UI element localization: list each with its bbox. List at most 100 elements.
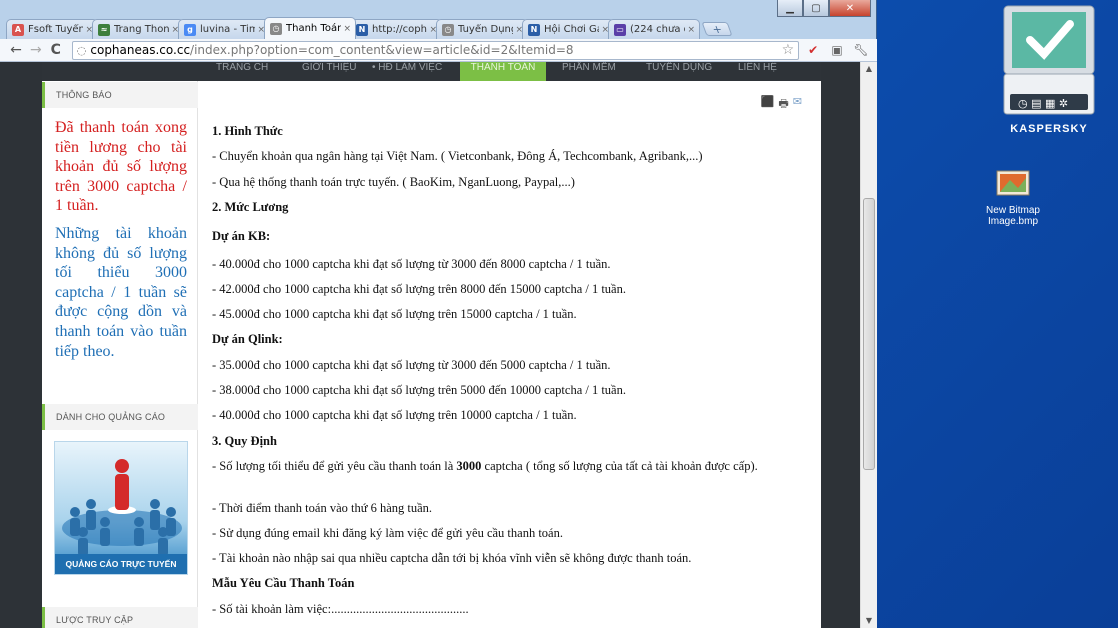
- access-heading: LƯỢC TRUY CẬP: [42, 607, 198, 628]
- nav-payment[interactable]: THANH TOÁN: [460, 62, 546, 81]
- rule-line: - Tài khoản nào nhập sai qua nhiều captc…: [212, 551, 692, 565]
- tab-title: Thanh Toán: [286, 23, 342, 34]
- kaspersky-monitor-icon: ◷ ▤ ▦ ✲: [1003, 5, 1095, 115]
- tab-title: luvina - Tim: [200, 24, 256, 35]
- site-navigation: TRANG CHỦ GIỚI THIỆU • HĐ LÀM VIỆC THANH…: [42, 62, 821, 81]
- method-line: - Chuyển khoản qua ngân hàng tại Việt Na…: [212, 149, 703, 163]
- nav-about[interactable]: GIỚI THIỆU: [298, 62, 358, 81]
- kaspersky-desktop-icon[interactable]: ◷ ▤ ▦ ✲ KASPERSKY: [1000, 4, 1098, 135]
- tab-favicon-icon: N: [356, 23, 368, 36]
- notice-paid: Đã thanh toán xong tiền lương cho tài kh…: [55, 119, 187, 215]
- tab-favicon-icon: g: [184, 23, 196, 36]
- payment-form-line: - Số tài khoản làm việc:................…: [212, 602, 469, 616]
- tab-favicon-icon: ◷: [442, 23, 454, 36]
- tab-title: (224 chưa đ: [630, 24, 686, 35]
- minimize-button[interactable]: ▁: [777, 0, 803, 17]
- tab-favicon-icon: N: [528, 23, 540, 36]
- section-method-heading: 1. Hình Thức: [212, 124, 283, 138]
- tab-title: Hội Chơi Ga: [544, 24, 600, 35]
- page-viewport: TRANG CHỦ GIỚI THIỆU • HĐ LÀM VIỆC THANH…: [0, 62, 877, 628]
- tab-favicon-icon: ◷: [270, 22, 282, 35]
- kb-rate-line: - 40.000đ cho 1000 captcha khi đạt số lư…: [212, 257, 611, 271]
- wrench-menu-icon[interactable]: 🔧︎: [851, 40, 871, 60]
- browser-tab[interactable]: A Fsoft Tuyển ×: [6, 19, 98, 39]
- address-bar[interactable]: ◌ cophaneas.co.cc /index.php?option=com_…: [71, 40, 800, 60]
- web-page: TRANG CHỦ GIỚI THIỆU • HĐ LÀM VIỆC THANH…: [42, 62, 821, 628]
- project-kb-heading: Dự án KB:: [212, 229, 271, 243]
- method-line: - Qua hệ thống thanh toán trực tuyến. ( …: [212, 175, 575, 189]
- rule-minimum-count: 3000: [456, 459, 482, 473]
- tab-title: Fsoft Tuyển: [28, 24, 84, 35]
- tab-favicon-icon: ≈: [98, 23, 110, 36]
- print-icon[interactable]: 🖶︎: [778, 95, 788, 114]
- article-actions: ⬛ 🖶︎ ✉: [761, 95, 802, 114]
- url-host: cophaneas.co.cc: [90, 43, 191, 57]
- window-controls: ▁ ▢ ✕: [777, 0, 871, 17]
- qlink-rate-line: - 38.000đ cho 1000 captcha khi đạt số lư…: [212, 383, 626, 397]
- nav-software[interactable]: PHẦN MỀM: [558, 62, 620, 81]
- section-salary-heading: 2. Mức Lương: [212, 200, 289, 214]
- rule-minimum-text: - Số lượng tối thiểu để gửi yêu cầu than…: [212, 459, 457, 473]
- browser-tab[interactable]: N Hội Chơi Ga ×: [522, 19, 614, 39]
- tab-favicon-icon: A: [12, 23, 24, 36]
- notice-carryover: Những tài khoản không đủ số lượng tối th…: [55, 225, 187, 360]
- new-tab-button[interactable]: +: [701, 22, 733, 36]
- nav-contact[interactable]: LIÊN HỆ: [734, 62, 784, 81]
- browser-tab[interactable]: ◷ Tuyển Dụng ×: [436, 19, 528, 39]
- tab-close-icon[interactable]: ×: [687, 25, 695, 35]
- notice-heading: THÔNG BÁO: [42, 82, 198, 108]
- page-icon: ◌: [76, 43, 87, 57]
- scroll-thumb[interactable]: [863, 198, 875, 470]
- forward-arrow-icon[interactable]: →: [26, 40, 46, 60]
- ad-heading: DÀNH CHO QUẢNG CÁO: [42, 404, 198, 430]
- maximize-button[interactable]: ▢: [803, 0, 829, 17]
- rule-minimum-text-end: captcha ( tổng số lượng của tất cả tài k…: [481, 459, 758, 473]
- reload-icon[interactable]: C: [46, 40, 66, 60]
- ad-banner[interactable]: QUẢNG CÁO TRỰC TUYẾN: [54, 441, 188, 575]
- qlink-rate-line: - 40.000đ cho 1000 captcha khi đạt số lư…: [212, 408, 577, 422]
- payment-form-heading: Mẫu Yêu Cầu Thanh Toán: [212, 576, 355, 590]
- page-action-icon[interactable]: ▣: [827, 40, 847, 60]
- email-icon[interactable]: ✉: [793, 95, 802, 114]
- browser-tab[interactable]: g luvina - Tim ×: [178, 19, 270, 39]
- browser-toolbar: ← → C ◌ cophaneas.co.cc /index.php?optio…: [0, 39, 877, 62]
- extension-icon[interactable]: ✔: [803, 40, 823, 60]
- tab-strip: A Fsoft Tuyển × ≈ Trang Thon × g luvina - Tim × ◷…: [6, 17, 733, 39]
- tab-close-icon[interactable]: ×: [343, 24, 351, 34]
- svg-text:◷ ▤ ▦ ✲: ◷ ▤ ▦ ✲: [1018, 97, 1068, 110]
- ad-caption: QUẢNG CÁO TRỰC TUYẾN: [55, 554, 187, 574]
- bitmap-label-1: New Bitmap: [986, 205, 1040, 216]
- qlink-rate-line: - 35.000đ cho 1000 captcha khi đạt số lư…: [212, 358, 611, 372]
- nav-recruitment[interactable]: TUYỂN DỤNG: [642, 62, 716, 81]
- rule-line: - Sử dụng đúng email khi đăng ký làm việ…: [212, 526, 563, 540]
- crowd-illustration: [62, 459, 182, 556]
- nav-home[interactable]: TRANG CHỦ: [212, 62, 268, 81]
- tab-title: Trang Thon: [114, 24, 170, 35]
- pdf-icon[interactable]: ⬛: [761, 95, 775, 114]
- tab-title: http://coph: [372, 24, 427, 35]
- url-path: /index.php?option=com_content&view=artic…: [190, 43, 574, 57]
- project-qlink-heading: Dự án Qlink:: [212, 332, 283, 346]
- bitmap-desktop-icon[interactable]: New Bitmap Image.bmp: [982, 170, 1044, 227]
- nav-work[interactable]: • HĐ LÀM VIỆC: [368, 62, 448, 81]
- browser-tab[interactable]: ≈ Trang Thon ×: [92, 19, 184, 39]
- browser-tab[interactable]: Nhttp://coph ×: [350, 19, 442, 39]
- close-window-button[interactable]: ✕: [829, 0, 871, 17]
- back-arrow-icon[interactable]: ←: [6, 40, 26, 60]
- title-bar: ▁ ▢ ✕ A Fsoft Tuyển × ≈ Trang Thon × g luvina -…: [0, 0, 877, 40]
- browser-tab[interactable]: ▭ (224 chưa đ ×: [608, 19, 700, 39]
- scroll-up-icon[interactable]: ▲: [861, 62, 877, 76]
- sidebar: THÔNG BÁO Đã thanh toán xong tiền lương …: [42, 81, 198, 628]
- tab-title: Tuyển Dụng: [458, 24, 514, 35]
- kaspersky-label: KASPERSKY: [1010, 123, 1088, 135]
- bitmap-label-2: Image.bmp: [987, 216, 1039, 227]
- vertical-scrollbar[interactable]: ▲ ▼: [860, 62, 877, 628]
- bitmap-file-icon: [996, 170, 1030, 196]
- bookmark-star-icon[interactable]: ☆: [782, 42, 795, 58]
- browser-tab[interactable]: ◷ Thanh Toán ×: [264, 17, 356, 39]
- rule-minimum: - Số lượng tối thiểu để gửi yêu cầu than…: [212, 459, 792, 473]
- browser-window: ▁ ▢ ✕ A Fsoft Tuyển × ≈ Trang Thon × g luvina -…: [0, 0, 877, 628]
- scroll-down-icon[interactable]: ▼: [861, 614, 877, 628]
- section-rules-heading: 3. Quy Định: [212, 434, 277, 448]
- kb-rate-line: - 45.000đ cho 1000 captcha khi đạt số lư…: [212, 307, 577, 321]
